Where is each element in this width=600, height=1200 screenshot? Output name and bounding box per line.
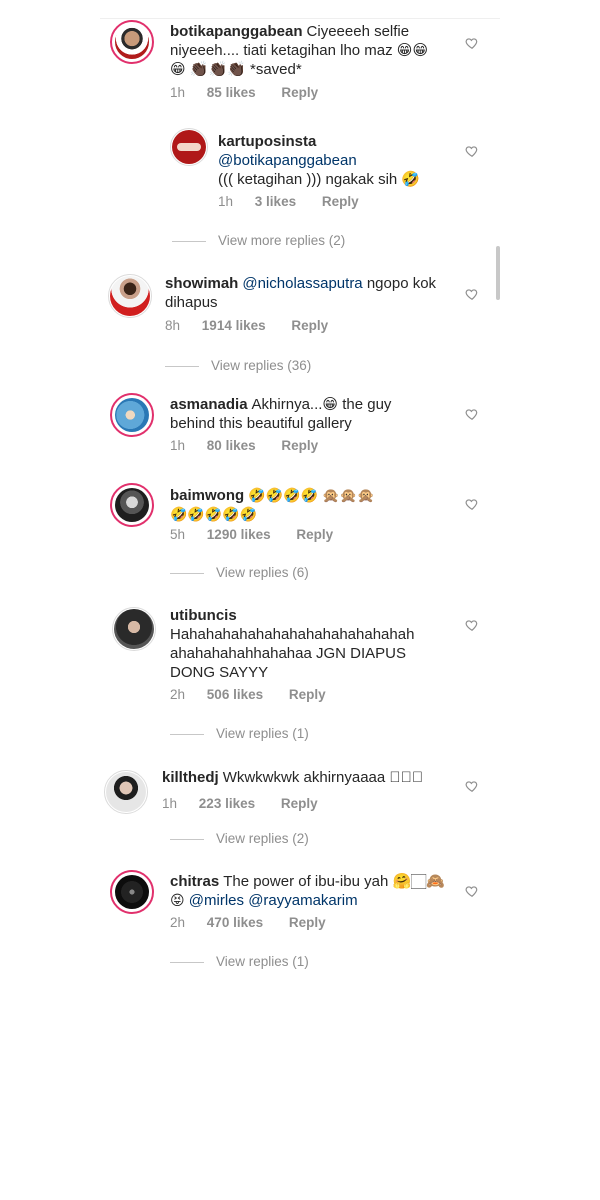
avatar[interactable] — [112, 607, 156, 651]
heart-outline-icon[interactable] — [465, 287, 479, 301]
reply-button[interactable]: Reply — [291, 318, 328, 333]
comment-meta: 2h 506 likes Reply — [170, 687, 326, 702]
comment-meta: 5h 1290 likes Reply — [170, 527, 333, 542]
comment-time: 1h — [218, 194, 234, 209]
heart-outline-icon[interactable] — [465, 36, 479, 50]
comment-text: showimah @nicholassaputra ngopo kok dihap… — [165, 275, 437, 311]
heart-outline-icon[interactable] — [465, 144, 479, 158]
comment-username[interactable]: baimwong — [170, 487, 244, 504]
top-divider — [100, 18, 500, 19]
view-replies-button[interactable]: View replies (2) — [170, 831, 309, 846]
mention-link[interactable]: @mirles — [189, 892, 244, 909]
comment-username[interactable]: asmanadia — [170, 396, 248, 413]
view-replies-button[interactable]: View replies (6) — [170, 565, 309, 580]
comment-meta: 1h 223 likes Reply — [162, 796, 318, 811]
avatar[interactable] — [110, 483, 154, 527]
comment-meta: 1h 80 likes Reply — [170, 438, 318, 453]
reply-button[interactable]: Reply — [281, 85, 318, 100]
comment-likes[interactable]: 80 likes — [207, 438, 256, 453]
avatar[interactable] — [110, 20, 154, 64]
comment-likes[interactable]: 1290 likes — [207, 527, 271, 542]
comment-time: 1h — [170, 85, 186, 100]
comment-username[interactable]: botikapanggabean — [170, 23, 303, 40]
comment-text: utibuncis Hahahahahahahahahahahahahahah … — [170, 607, 415, 681]
logo-icon — [177, 143, 201, 151]
avatar[interactable] — [108, 274, 152, 318]
reply-button[interactable]: Reply — [281, 438, 318, 453]
comment-username[interactable]: showimah — [165, 275, 238, 292]
comment-meta: 1h 3 likes Reply — [218, 194, 359, 209]
reply-button[interactable]: Reply — [289, 687, 326, 702]
comment-text: botikapanggabean Ciyeeeeh selfie niyeeeh.… — [170, 23, 429, 78]
view-replies-button[interactable]: View more replies (2) — [172, 233, 345, 248]
comment-likes[interactable]: 85 likes — [207, 85, 256, 100]
comment-likes[interactable]: 3 likes — [255, 194, 296, 209]
comment-text: asmanadia Akhirnya...😁 the guy behind thi… — [170, 396, 392, 432]
comment-meta: 1h 85 likes Reply — [170, 85, 318, 100]
reply-button[interactable]: Reply — [281, 796, 318, 811]
comment-username[interactable]: chitras — [170, 873, 219, 890]
comment-text: kartuposinsta @botikapanggabean ((( keta… — [218, 132, 458, 189]
heart-outline-icon[interactable] — [465, 407, 479, 421]
reply-button[interactable]: Reply — [296, 527, 333, 542]
view-replies-button[interactable]: View replies (36) — [165, 358, 311, 373]
heart-outline-icon[interactable] — [465, 884, 479, 898]
comment-username[interactable]: utibuncis — [170, 607, 237, 624]
mention-link[interactable]: @nicholassaputra — [242, 275, 362, 292]
heart-outline-icon[interactable] — [465, 779, 479, 793]
comment-likes[interactable]: 223 likes — [199, 796, 255, 811]
avatar[interactable] — [170, 128, 208, 166]
comment-likes[interactable]: 506 likes — [207, 687, 263, 702]
heart-outline-icon[interactable] — [465, 618, 479, 632]
comment-text: killthedj Wkwkwkwk akhirnyaaaa 🏻🏻🏻 — [162, 769, 424, 786]
comment-time: 2h — [170, 687, 186, 702]
comment-text: chitras The power of ibu-ibu yah 🤗🏻🙈 😝 @m… — [170, 873, 445, 909]
comment-meta: 8h 1914 likes Reply — [165, 318, 328, 333]
reply-button[interactable]: Reply — [322, 194, 359, 209]
comment-likes[interactable]: 1914 likes — [202, 318, 266, 333]
mention-link[interactable]: @rayyamakarim — [248, 892, 357, 909]
comment-likes[interactable]: 470 likes — [207, 915, 263, 930]
comment-username[interactable]: killthedj — [162, 769, 219, 786]
comment-text: baimwong 🤣🤣🤣🤣 🙊🙊🙊 🤣🤣🤣🤣🤣 — [170, 487, 375, 523]
view-replies-button[interactable]: View replies (1) — [170, 726, 309, 741]
comment-time: 1h — [170, 438, 186, 453]
reply-button[interactable]: Reply — [289, 915, 326, 930]
avatar[interactable] — [104, 770, 148, 814]
avatar[interactable] — [110, 393, 154, 437]
comment-time: 2h — [170, 915, 186, 930]
heart-outline-icon[interactable] — [465, 497, 479, 511]
view-replies-button[interactable]: View replies (1) — [170, 954, 309, 969]
comment-meta: 2h 470 likes Reply — [170, 915, 326, 930]
mention-link[interactable]: @botikapanggabean — [218, 151, 458, 170]
scrollbar[interactable] — [496, 246, 500, 300]
comment-time: 1h — [162, 796, 178, 811]
comment-time: 5h — [170, 527, 186, 542]
comment-username[interactable]: kartuposinsta — [218, 133, 316, 150]
comment-time: 8h — [165, 318, 181, 333]
avatar[interactable] — [110, 870, 154, 914]
